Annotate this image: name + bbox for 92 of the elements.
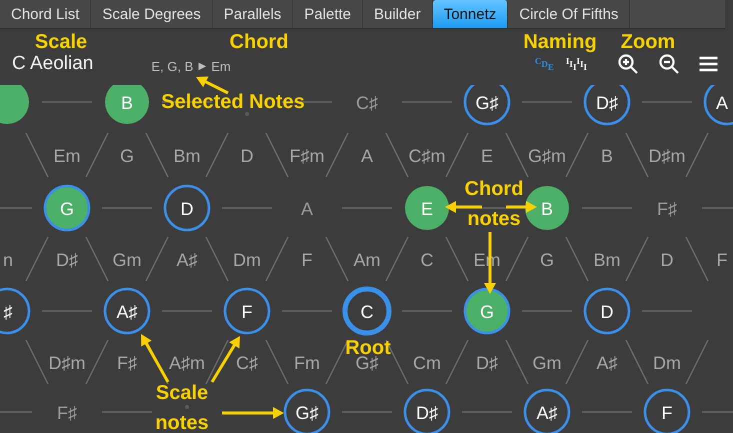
annotation-label: Zoom: [620, 31, 676, 53]
chord-label[interactable]: A♯: [596, 353, 618, 373]
selected-note-circle[interactable]: [405, 186, 449, 230]
chord-label[interactable]: n: [3, 250, 13, 270]
chord-label[interactable]: F♯m: [290, 146, 324, 166]
chord-label[interactable]: D♯m: [48, 353, 86, 373]
chord-label[interactable]: A♯m: [169, 353, 205, 373]
chord-label[interactable]: C♯: [236, 353, 258, 373]
annotation-label: Chord: [230, 31, 288, 53]
note-label[interactable]: E: [421, 199, 433, 219]
annotation-label: Selected Notes: [161, 91, 305, 113]
annotation-label: Scale: [156, 382, 208, 404]
chord-label[interactable]: A: [361, 146, 373, 166]
scale-note-ring[interactable]: [0, 288, 30, 334]
chord-notes: E, G, B: [151, 58, 194, 74]
annotation-label: Scale: [34, 31, 88, 53]
scale-note-ring[interactable]: [524, 388, 570, 433]
chord-label[interactable]: F: [716, 250, 728, 270]
chord-label[interactable]: Em: [54, 146, 80, 166]
annotation-label: Naming: [523, 31, 597, 53]
arrow-glyph: ▶: [198, 60, 206, 72]
note-label[interactable]: G: [60, 199, 74, 219]
chord-label[interactable]: D: [660, 250, 674, 270]
note-label[interactable]: D: [180, 199, 194, 219]
note-label[interactable]: G♯: [476, 93, 498, 113]
chord-label[interactable]: E: [481, 146, 493, 166]
note-label[interactable]: F: [662, 403, 672, 423]
chord-label[interactable]: D: [240, 146, 254, 166]
note-label[interactable]: A: [716, 93, 728, 113]
annotation-label: notes: [155, 412, 209, 433]
annotation-label: notes: [467, 208, 521, 230]
note-label[interactable]: A: [301, 199, 313, 219]
zoom-in-icon[interactable]: [616, 52, 640, 76]
scale-note-ring[interactable]: [404, 388, 450, 433]
chord-label[interactable]: G♯m: [528, 146, 566, 166]
note-label[interactable]: B: [121, 93, 133, 113]
note-label[interactable]: C♯: [356, 93, 378, 113]
chord-label[interactable]: C♯m: [408, 146, 446, 166]
note-label[interactable]: F: [242, 302, 252, 322]
selected-note-circle[interactable]: [464, 288, 510, 334]
note-label[interactable]: F♯: [57, 403, 77, 423]
scale-note-ring[interactable]: [704, 85, 733, 126]
scale-name: C Aeolian: [12, 53, 94, 75]
chord-label[interactable]: F♯: [117, 353, 137, 373]
note-label[interactable]: D: [600, 302, 614, 322]
chord-label[interactable]: Dm: [653, 353, 681, 373]
pointer-arrow: [222, 407, 284, 419]
chord-label[interactable]: Gm: [532, 353, 562, 373]
naming-toggle[interactable]: IIIIII: [566, 52, 587, 76]
scale-note-ring[interactable]: [584, 288, 630, 334]
chord-label[interactable]: D♯: [56, 250, 78, 270]
chord-label[interactable]: D♯: [476, 353, 498, 373]
pointer-arrow: [445, 201, 482, 213]
chord-label[interactable]: Dm: [233, 250, 261, 270]
chord-label[interactable]: Am: [354, 250, 380, 270]
chord-label[interactable]: Cm: [413, 353, 441, 373]
chord-label[interactable]: Bm: [594, 250, 620, 270]
zoom-out-icon[interactable]: [657, 52, 681, 76]
scale-note-ring[interactable]: [104, 288, 150, 334]
selected-note-circle[interactable]: [44, 184, 90, 232]
chord-label[interactable]: A♯: [176, 250, 198, 270]
scale-note-ring[interactable]: [284, 388, 330, 433]
chord-label[interactable]: G: [120, 146, 134, 166]
note-label[interactable]: F♯: [657, 199, 677, 219]
chord-name: Em: [211, 58, 231, 74]
annotation-label: Chord: [464, 178, 524, 200]
note-label[interactable]: C: [360, 302, 374, 322]
chord-label[interactable]: Fm: [294, 353, 320, 373]
note-label[interactable]: G: [480, 302, 494, 322]
scale-note-ring[interactable]: [584, 85, 630, 126]
note-label[interactable]: G♯: [296, 403, 318, 423]
chord-label[interactable]: Bm: [174, 146, 200, 166]
chord-label[interactable]: F: [302, 250, 312, 270]
chord-label[interactable]: D♯m: [648, 146, 686, 166]
scale-note-ring[interactable]: [464, 85, 510, 126]
note-label[interactable]: A♯: [536, 403, 558, 423]
note-label[interactable]: A♯: [116, 302, 138, 322]
note-label[interactable]: B: [541, 199, 553, 219]
pointer-arrow: [141, 334, 170, 383]
chord-label[interactable]: Gm: [112, 250, 142, 270]
scale-note-ring[interactable]: [164, 184, 210, 232]
pointer-arrow: [196, 76, 229, 94]
note-label[interactable]: D♯: [416, 403, 438, 423]
pointer-arrow: [506, 201, 537, 213]
note-label[interactable]: D♯: [596, 93, 618, 113]
selected-note-circle[interactable]: [525, 186, 569, 230]
tab[interactable]: Tonnetz: [432, 0, 508, 28]
chord-label[interactable]: G: [540, 250, 554, 270]
chord-label[interactable]: C: [420, 250, 434, 270]
chord-label[interactable]: B: [601, 146, 613, 166]
naming-toggle[interactable]: CDE: [534, 52, 554, 76]
note-label[interactable]: ♯: [4, 302, 12, 322]
